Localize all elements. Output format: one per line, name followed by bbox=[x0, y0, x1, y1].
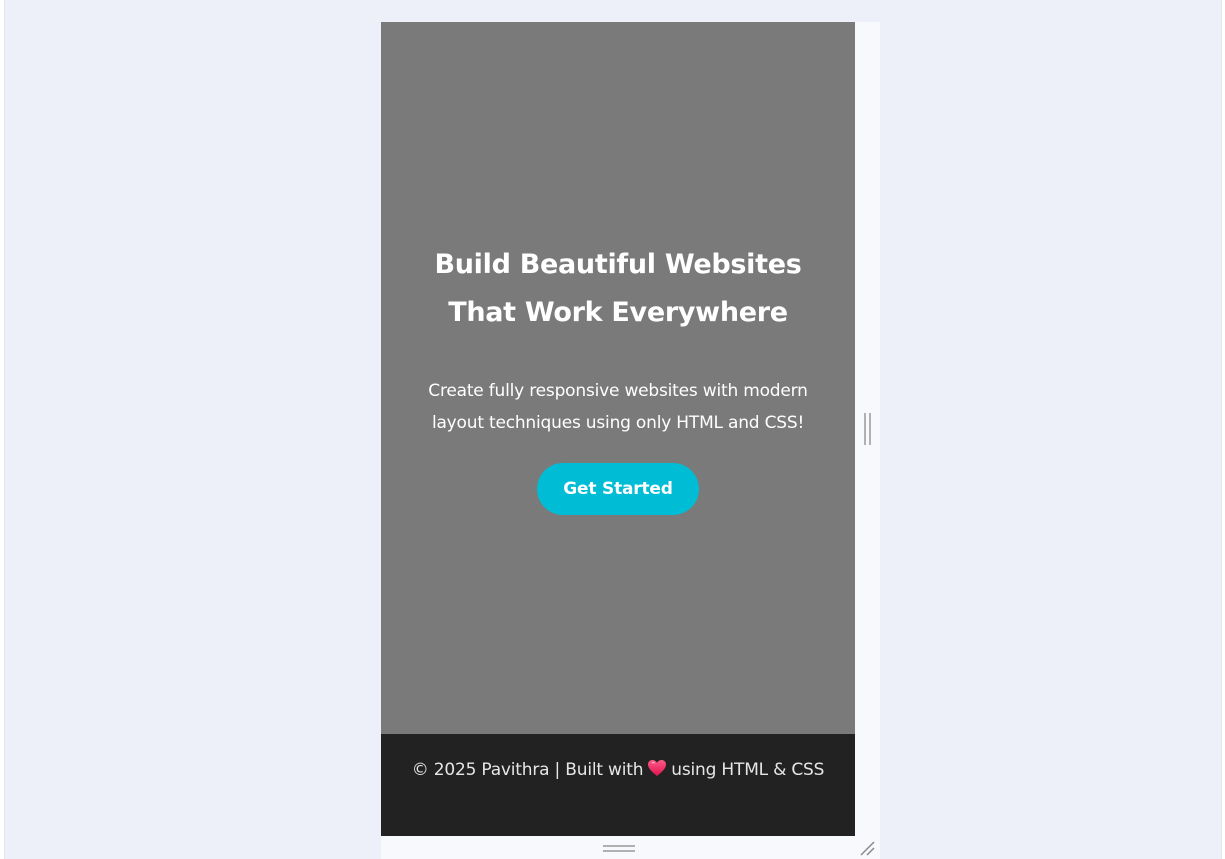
footer-text-before: © 2025 Pavithra | Built with bbox=[411, 760, 644, 780]
get-started-button[interactable]: Get Started bbox=[537, 463, 699, 515]
footer: © 2025 Pavithra | Built with using HTML … bbox=[381, 734, 855, 836]
heart-icon bbox=[648, 760, 667, 776]
resize-corner-icon[interactable] bbox=[859, 840, 875, 856]
responsive-preview-frame: Build Beautiful Websites That Work Every… bbox=[381, 22, 880, 859]
footer-text-after: using HTML & CSS bbox=[671, 760, 825, 780]
resize-handle-right[interactable] bbox=[864, 413, 871, 445]
hero-subtitle: Create fully responsive websites with mo… bbox=[428, 381, 808, 433]
hero-title: Build Beautiful Websites That Work Every… bbox=[434, 249, 802, 328]
hero-section: Build Beautiful Websites That Work Every… bbox=[381, 22, 855, 734]
page-viewport: Build Beautiful Websites That Work Every… bbox=[381, 22, 855, 836]
resize-handle-bottom[interactable] bbox=[603, 845, 635, 852]
preview-canvas: Build Beautiful Websites That Work Every… bbox=[4, 0, 1222, 859]
